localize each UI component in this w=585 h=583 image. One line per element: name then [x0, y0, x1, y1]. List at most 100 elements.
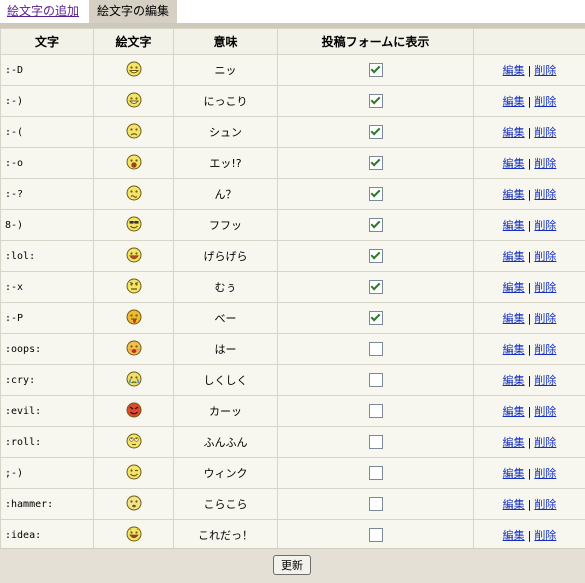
delete-link[interactable]: 削除	[534, 374, 556, 387]
emoticon-meaning: カーッ	[174, 396, 278, 427]
emoticon-code: :-(	[1, 117, 94, 148]
emoticon-meaning: フフッ	[174, 210, 278, 241]
show-in-form-checkbox[interactable]	[369, 249, 383, 263]
emoticon-cell	[94, 179, 174, 210]
show-in-form-checkbox[interactable]	[369, 528, 383, 542]
edit-link[interactable]: 編集	[503, 281, 525, 294]
delete-link[interactable]: 削除	[534, 436, 556, 449]
show-in-form-checkbox[interactable]	[369, 497, 383, 511]
emoticon-cell	[94, 489, 174, 520]
table-row: :-Pべー編集|削除	[1, 303, 585, 334]
delete-link[interactable]: 削除	[534, 343, 556, 356]
delete-link[interactable]: 削除	[534, 188, 556, 201]
edit-link[interactable]: 編集	[503, 126, 525, 139]
delete-link[interactable]: 削除	[534, 405, 556, 418]
edit-link[interactable]: 編集	[503, 405, 525, 418]
actions-cell: 編集|削除	[474, 489, 585, 520]
separator: |	[528, 126, 532, 139]
delete-link[interactable]: 削除	[534, 467, 556, 480]
actions-cell: 編集|削除	[474, 210, 585, 241]
show-in-form-checkbox[interactable]	[369, 156, 383, 170]
update-button[interactable]: 更新	[273, 555, 311, 575]
actions-cell: 編集|削除	[474, 427, 585, 458]
delete-link[interactable]: 削除	[534, 157, 556, 170]
mad-icon	[126, 278, 142, 297]
show-in-form-checkbox[interactable]	[369, 435, 383, 449]
edit-link[interactable]: 編集	[503, 157, 525, 170]
show-in-form-checkbox[interactable]	[369, 125, 383, 139]
cool-icon	[126, 216, 142, 235]
actions-cell: 編集|削除	[474, 272, 585, 303]
emoticon-cell	[94, 303, 174, 334]
delete-link[interactable]: 削除	[534, 219, 556, 232]
edit-link[interactable]: 編集	[503, 95, 525, 108]
separator: |	[528, 281, 532, 294]
tab-add-emoticon[interactable]: 絵文字の追加	[0, 0, 88, 23]
emoticon-code: :idea:	[1, 520, 94, 551]
delete-link[interactable]: 削除	[534, 281, 556, 294]
column-header-emoticon: 絵文字	[94, 29, 174, 55]
smile-icon	[126, 92, 142, 111]
show-in-form-checkbox[interactable]	[369, 311, 383, 325]
edit-link[interactable]: 編集	[503, 219, 525, 232]
emoticon-cell	[94, 520, 174, 551]
emoticon-cell	[94, 55, 174, 86]
edit-link[interactable]: 編集	[503, 64, 525, 77]
emoticon-code: :hammer:	[1, 489, 94, 520]
show-in-form-checkbox[interactable]	[369, 466, 383, 480]
delete-link[interactable]: 削除	[534, 126, 556, 139]
emoticon-meaning: にっこり	[174, 86, 278, 117]
show-in-form-cell	[278, 365, 474, 396]
emoticon-code: :cry:	[1, 365, 94, 396]
table-row: :-?ん？編集|削除	[1, 179, 585, 210]
table-row: :evil:カーッ編集|削除	[1, 396, 585, 427]
show-in-form-cell	[278, 117, 474, 148]
emoticon-meaning: シュン	[174, 117, 278, 148]
actions-cell: 編集|削除	[474, 55, 585, 86]
show-in-form-checkbox[interactable]	[369, 342, 383, 356]
table-row: :idea:これだっ！編集|削除	[1, 520, 585, 551]
edit-link[interactable]: 編集	[503, 374, 525, 387]
delete-link[interactable]: 削除	[534, 312, 556, 325]
tab-edit-emoticon[interactable]: 絵文字の編集	[89, 0, 177, 23]
show-in-form-checkbox[interactable]	[369, 94, 383, 108]
actions-cell: 編集|削除	[474, 396, 585, 427]
actions-cell: 編集|削除	[474, 86, 585, 117]
cry-icon	[126, 371, 142, 390]
edit-link[interactable]: 編集	[503, 498, 525, 511]
emoticon-meaning: ん？	[174, 179, 278, 210]
show-in-form-checkbox[interactable]	[369, 373, 383, 387]
show-in-form-checkbox[interactable]	[369, 404, 383, 418]
emoticon-code: :-)	[1, 86, 94, 117]
emoticon-code: :-P	[1, 303, 94, 334]
edit-link[interactable]: 編集	[503, 188, 525, 201]
edit-link[interactable]: 編集	[503, 529, 525, 542]
emoticon-code: :-D	[1, 55, 94, 86]
sad-icon	[126, 123, 142, 142]
delete-link[interactable]: 削除	[534, 95, 556, 108]
show-in-form-checkbox[interactable]	[369, 280, 383, 294]
tab-add-emoticon-label[interactable]: 絵文字の追加	[7, 4, 79, 18]
edit-link[interactable]: 編集	[503, 250, 525, 263]
delete-link[interactable]: 削除	[534, 529, 556, 542]
column-header-actions	[474, 29, 585, 55]
evil-icon	[126, 402, 142, 421]
emoticon-code: :-?	[1, 179, 94, 210]
edit-link[interactable]: 編集	[503, 312, 525, 325]
tab-bar: 絵文字の追加 絵文字の編集	[0, 0, 585, 23]
column-header-meaning: 意味	[174, 29, 278, 55]
lol-icon	[126, 247, 142, 266]
show-in-form-checkbox[interactable]	[369, 218, 383, 232]
show-in-form-checkbox[interactable]	[369, 63, 383, 77]
separator: |	[528, 157, 532, 170]
delete-link[interactable]: 削除	[534, 250, 556, 263]
tab-edit-emoticon-label: 絵文字の編集	[97, 4, 169, 18]
grin-icon	[126, 61, 142, 80]
edit-link[interactable]: 編集	[503, 343, 525, 356]
delete-link[interactable]: 削除	[534, 498, 556, 511]
separator: |	[528, 374, 532, 387]
delete-link[interactable]: 削除	[534, 64, 556, 77]
edit-link[interactable]: 編集	[503, 436, 525, 449]
edit-link[interactable]: 編集	[503, 467, 525, 480]
show-in-form-checkbox[interactable]	[369, 187, 383, 201]
